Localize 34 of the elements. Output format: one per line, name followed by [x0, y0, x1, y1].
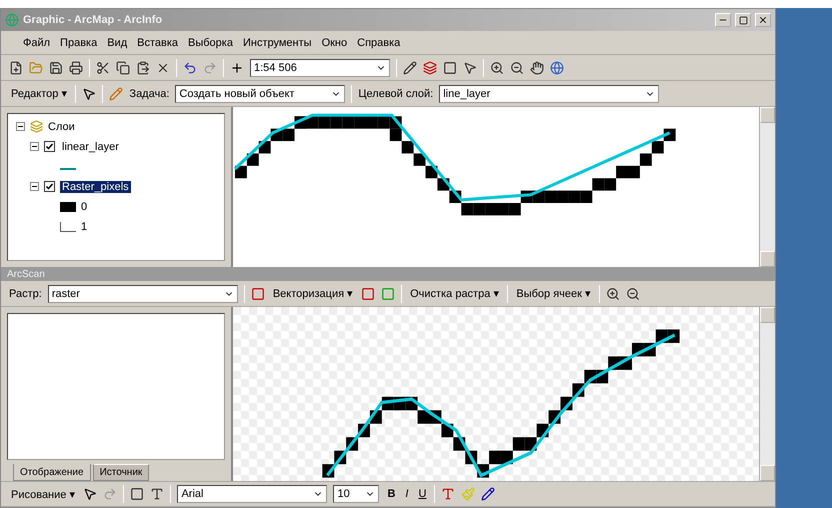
- menu-item[interactable]: Правка: [60, 36, 98, 48]
- editor-menu[interactable]: Редактор ▾: [9, 87, 70, 100]
- layer-name[interactable]: linear_layer: [60, 140, 121, 152]
- target-label: Целевой слой:: [358, 88, 434, 100]
- font-dropdown[interactable]: Arial: [177, 485, 328, 503]
- toolbar-menu[interactable]: Векторизация ▾: [270, 287, 356, 300]
- window-title: Graphic - ArcMap - ArcInfo: [23, 14, 164, 26]
- toolbar-title: ArcScan: [1, 267, 775, 281]
- raster-dropdown[interactable]: raster: [48, 284, 238, 302]
- target-dropdown[interactable]: line_layer: [439, 84, 660, 102]
- drawing-menu[interactable]: Рисование ▾: [9, 488, 78, 500]
- legend-label: 0: [81, 200, 88, 212]
- style-button[interactable]: I: [403, 488, 410, 500]
- menu-item[interactable]: Окно: [322, 36, 348, 48]
- toolbar-menu[interactable]: Очистка растра ▾: [408, 287, 502, 300]
- legend-label: 1: [81, 220, 88, 232]
- menu-item[interactable]: Справка: [357, 36, 400, 48]
- tree-item[interactable]: Слои: [48, 120, 75, 132]
- toolbar-menu[interactable]: Выбор ячеек ▾: [514, 287, 594, 300]
- menu-item[interactable]: Файл: [23, 36, 50, 48]
- panel-tab[interactable]: Источник: [92, 464, 150, 481]
- menu-item[interactable]: Вид: [107, 36, 128, 48]
- style-button[interactable]: B: [385, 488, 398, 500]
- panel-tab[interactable]: Отображение: [13, 464, 91, 481]
- menu-item[interactable]: Вставка: [137, 36, 178, 48]
- style-button[interactable]: U: [416, 488, 428, 500]
- task-dropdown[interactable]: Создать новый объект: [175, 84, 346, 102]
- scale-field[interactable]: 1:54 506: [250, 58, 390, 76]
- font-size-dropdown[interactable]: 10: [333, 485, 380, 503]
- task-label: Задача:: [129, 88, 170, 100]
- raster-label: Растр:: [9, 288, 42, 300]
- layer-name[interactable]: Raster_pixels: [60, 180, 131, 192]
- menu-item[interactable]: Выборка: [188, 36, 233, 48]
- menu-item[interactable]: Инструменты: [242, 36, 312, 48]
